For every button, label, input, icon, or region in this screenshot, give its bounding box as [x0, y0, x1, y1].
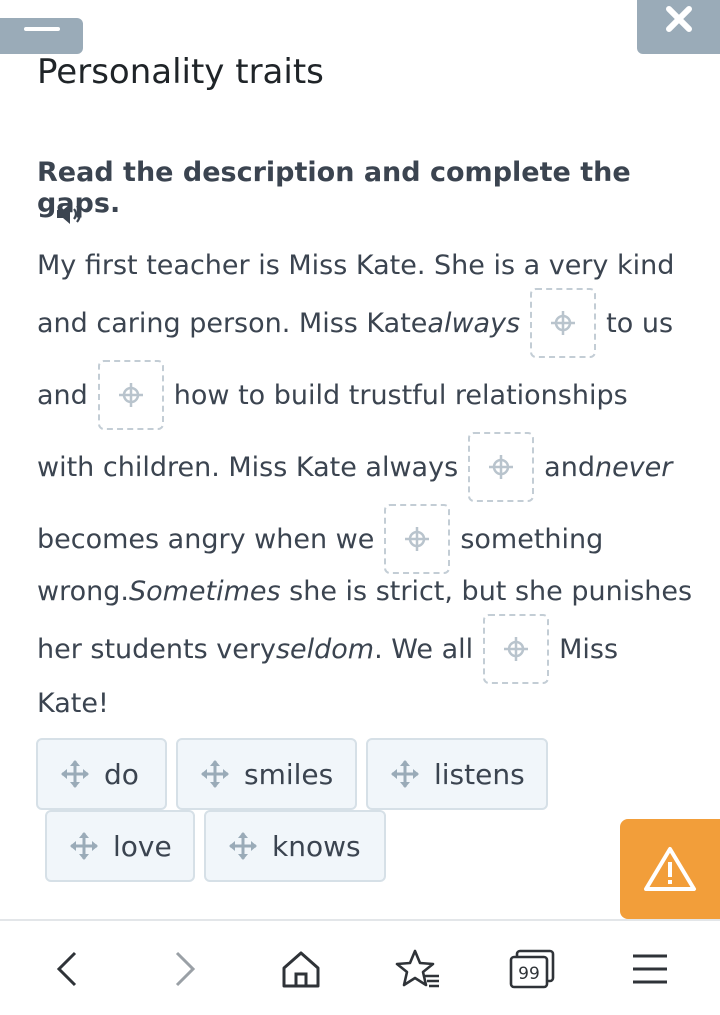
passage-text: she is strict, but she punishes — [280, 576, 693, 607]
option-label: knows — [272, 829, 361, 863]
option-label: smiles — [244, 757, 334, 791]
passage-text: how to build trustful relationships — [173, 379, 628, 411]
passage-text: to us — [606, 307, 674, 339]
passage-line-6: wrong. Sometimes she is strict, but she … — [37, 576, 692, 607]
drop-target-icon — [551, 311, 576, 335]
answer-gap-2[interactable] — [97, 360, 164, 430]
move-arrows-icon — [61, 760, 89, 788]
back-button[interactable] — [40, 941, 96, 997]
option-label: love — [113, 829, 172, 863]
passage-text: . We all — [374, 633, 474, 665]
tabs-icon: 99 — [509, 949, 555, 989]
report-problem-button[interactable] — [620, 819, 720, 919]
favorites-button[interactable] — [390, 941, 446, 997]
passage-line-8: Kate! — [37, 688, 109, 719]
move-arrows-icon — [70, 832, 98, 860]
close-button[interactable] — [637, 0, 720, 54]
move-arrows-icon — [201, 760, 229, 788]
option-label: do — [104, 757, 139, 791]
warning-triangle-icon — [644, 847, 696, 891]
passage-text: something — [460, 523, 604, 555]
passage-line-7: her students very seldom . We all Miss — [37, 614, 618, 684]
passage-emphasis: always — [427, 307, 521, 339]
option-chip-knows[interactable]: knows — [204, 810, 386, 882]
passage-emphasis: never — [594, 451, 673, 483]
home-button[interactable] — [273, 941, 329, 997]
tabs-count: 99 — [518, 964, 540, 984]
passage-text: and caring person. Miss Kate — [37, 307, 428, 339]
back-icon — [56, 951, 77, 987]
passage-text: My first teacher is Miss Kate. She is a … — [37, 250, 675, 281]
passage-line-1: My first teacher is Miss Kate. She is a … — [37, 250, 674, 281]
passage-text: becomes angry when we — [37, 523, 375, 555]
answer-gap-3[interactable] — [468, 432, 535, 502]
answer-gap-4[interactable] — [384, 504, 451, 574]
drop-target-icon — [405, 527, 430, 551]
browser-bottom-bar: 99 — [0, 919, 720, 1015]
drop-target-icon — [504, 637, 529, 661]
forward-button[interactable] — [156, 941, 212, 997]
menu-icon — [633, 954, 667, 984]
close-icon — [665, 6, 692, 32]
option-chip-listens[interactable]: listens — [366, 738, 548, 810]
menu-button[interactable] — [0, 18, 83, 54]
passage-text: wrong. — [37, 576, 129, 607]
passage-emphasis: Sometimes — [128, 576, 281, 607]
passage-text: her students very — [37, 633, 276, 665]
passage-emphasis: seldom — [275, 633, 375, 665]
option-label: listens — [434, 757, 525, 791]
passage-text: and — [544, 451, 595, 483]
move-arrows-icon — [229, 832, 257, 860]
instruction-text: Read the description and complete the ga… — [37, 157, 631, 219]
option-chip-love[interactable]: love — [45, 810, 195, 882]
drop-target-icon — [489, 455, 514, 479]
move-arrows-icon — [391, 760, 419, 788]
passage-text: Miss — [559, 633, 619, 665]
passage-line-3: and how to build trustful relationships — [37, 360, 628, 430]
menu-bar-icon — [23, 27, 60, 31]
favorites-icon — [395, 949, 439, 988]
forward-icon — [175, 951, 196, 987]
passage-text: Kate! — [37, 688, 109, 719]
tabs-button[interactable]: 99 — [504, 941, 560, 997]
answer-gap-1[interactable] — [530, 288, 597, 358]
option-chip-do[interactable]: do — [36, 738, 167, 810]
answer-gap-5[interactable] — [483, 614, 550, 684]
page-title: Personality traits — [37, 52, 324, 92]
passage-text: with children. Miss Kate always — [37, 451, 459, 483]
drop-target-icon — [118, 383, 143, 407]
browser-menu-button[interactable] — [622, 941, 678, 997]
option-chip-smiles[interactable]: smiles — [176, 738, 357, 810]
passage-line-5: becomes angry when we something — [37, 504, 603, 574]
passage-line-4: with children. Miss Kate always and neve… — [37, 432, 672, 502]
speaker-icon[interactable] — [55, 201, 85, 227]
passage-text: and — [37, 379, 88, 411]
home-icon — [282, 951, 320, 988]
passage-line-2: and caring person. Miss Kate always to u… — [37, 288, 673, 358]
